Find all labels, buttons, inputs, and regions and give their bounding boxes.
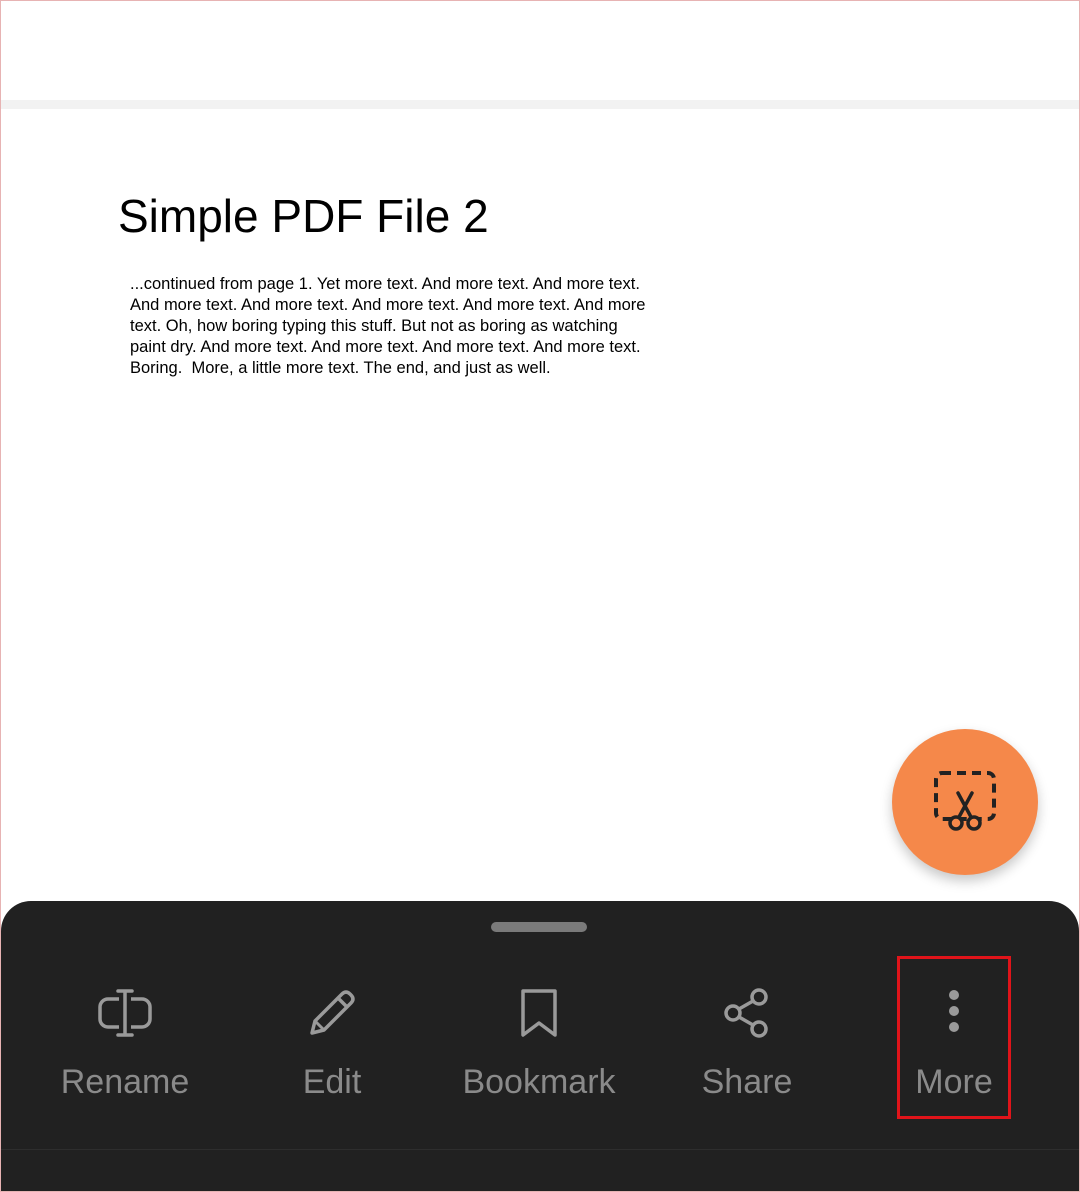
share-icon (724, 988, 768, 1038)
rename-label: Rename (60, 1063, 190, 1101)
pdf-body-line: ...continued from page 1. Yet more text.… (130, 275, 640, 293)
pdf-body-line: text. Oh, how boring typing this stuff. … (130, 317, 618, 335)
pdf-body-line: paint dry. And more text. And more text.… (130, 338, 641, 356)
bookmark-button[interactable]: Bookmark (439, 961, 639, 1121)
pdf-body-line: Boring. More, a little more text. The en… (130, 359, 551, 377)
bookmark-label: Bookmark (462, 1063, 616, 1101)
bookmark-icon (521, 989, 557, 1037)
pdf-body-text: ...continued from page 1. Yet more text.… (130, 274, 690, 379)
rename-button[interactable]: Rename (25, 961, 225, 1121)
rename-icon (98, 989, 152, 1037)
share-button[interactable]: Share (647, 961, 847, 1121)
drag-handle[interactable] (491, 922, 587, 932)
sheet-divider (1, 1149, 1079, 1150)
share-label: Share (701, 1063, 793, 1101)
pdf-title: Simple PDF File 2 (118, 190, 489, 242)
top-page-area (0, 0, 1080, 100)
more-highlight-box (897, 956, 1011, 1119)
screenshot-scissors-icon (934, 771, 996, 831)
edit-label: Edit (302, 1063, 362, 1101)
edit-button[interactable]: Edit (232, 961, 432, 1121)
capture-fab-button[interactable] (892, 729, 1038, 875)
page-separator (0, 100, 1080, 109)
pencil-icon (310, 990, 355, 1035)
pdf-body-line: And more text. And more text. And more t… (130, 296, 646, 314)
